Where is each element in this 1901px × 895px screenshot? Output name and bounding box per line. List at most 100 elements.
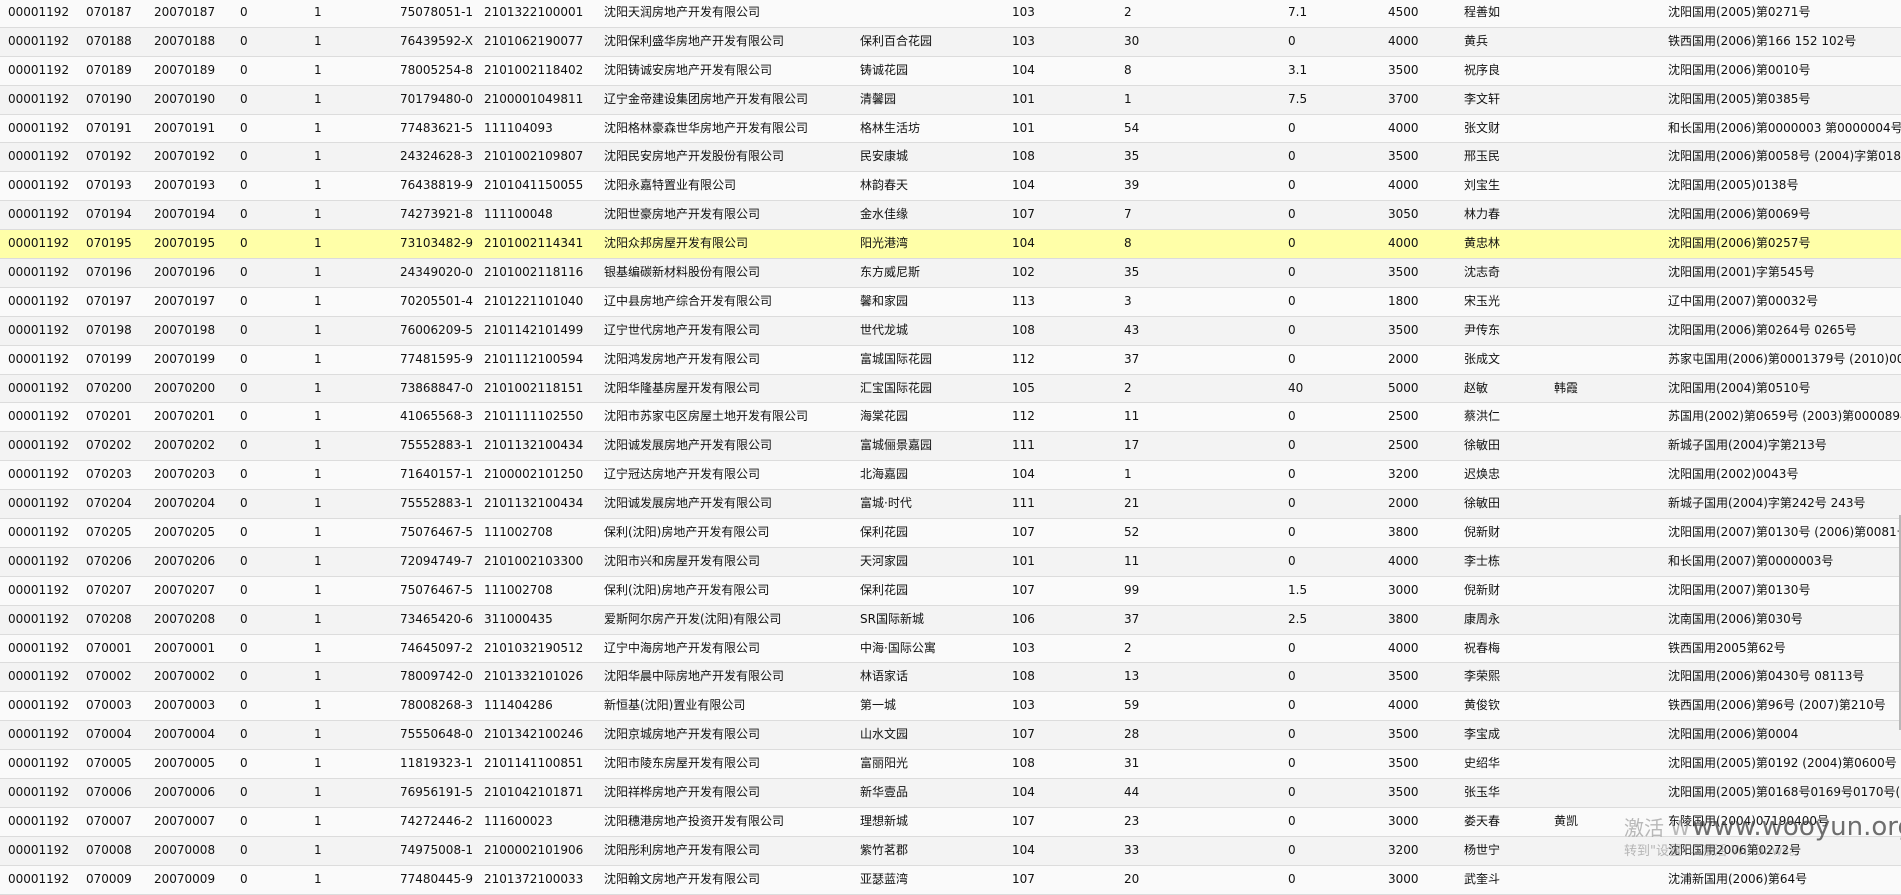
table-cell: 3500 <box>1388 669 1419 684</box>
table-cell: 113 <box>1012 293 1035 308</box>
table-row[interactable]: 00001192 070187 20070187 0 1 75078051-1 210132… <box>0 0 1901 28</box>
table-cell: 111002708 <box>484 525 553 540</box>
table-cell: 75076467-5 <box>400 525 474 540</box>
table-cell: 39 <box>1124 178 1140 193</box>
table-cell: 黄俊钦 <box>1464 698 1501 713</box>
table-row[interactable]: 00001192 070207 20070207 0 1 75076467-5 111002… <box>0 576 1901 606</box>
table-cell: 1 <box>314 62 322 77</box>
table-cell: 20 <box>1124 871 1140 886</box>
table-row[interactable]: 00001192 070202 20070202 0 1 75552883-1 210113… <box>0 432 1901 462</box>
table-cell: 沈阳诚发展房地产开发有限公司 <box>604 438 773 453</box>
table-cell: 0 <box>240 611 248 626</box>
table-cell: 00001192 <box>8 351 70 366</box>
table-cell: 76956191-5 <box>400 785 474 800</box>
table-cell: 2 <box>1124 5 1132 19</box>
table-cell: 0 <box>1288 120 1296 135</box>
table-cell: 59 <box>1124 698 1140 713</box>
table-cell: 070009 <box>86 871 132 886</box>
table-cell: 李宝成 <box>1464 727 1501 742</box>
table-cell: 99 <box>1124 582 1140 597</box>
table-row[interactable]: 00001192 070002 20070002 0 1 78009742-0 210133… <box>0 663 1901 693</box>
table-cell: 070005 <box>86 756 132 771</box>
table-cell: 070196 <box>86 265 132 280</box>
table-row[interactable]: 00001192 070197 20070197 0 1 70205501-4 210122… <box>0 287 1901 317</box>
table-cell: 倪新财 <box>1464 525 1501 540</box>
table-cell: 00001192 <box>8 727 70 742</box>
table-cell: 李文轩 <box>1464 91 1501 106</box>
table-row[interactable]: 00001192 070001 20070001 0 1 74645097-2 210103… <box>0 634 1901 664</box>
table-row[interactable]: 00001192 070195 20070195 0 1 73103482-9 210100… <box>0 230 1901 260</box>
table-cell: 070193 <box>86 178 132 193</box>
table-row[interactable]: 00001192 070004 20070004 0 1 75550648-0 210134… <box>0 721 1901 751</box>
table-cell: 1 <box>1124 467 1132 482</box>
table-row[interactable]: 00001192 070200 20070200 0 1 73868847-0 210100… <box>0 374 1901 404</box>
table-row[interactable]: 00001192 070191 20070191 0 1 77483621-5 111104… <box>0 114 1901 144</box>
table-cell: 20070008 <box>154 842 216 857</box>
table-row[interactable]: 00001192 070190 20070190 0 1 70179480-0 210000… <box>0 85 1901 115</box>
table-cell: 070007 <box>86 813 132 828</box>
table-row[interactable]: 00001192 070205 20070205 0 1 75076467-5 111002… <box>0 519 1901 548</box>
table-row[interactable]: 00001192 070194 20070194 0 1 74273921-8 111100… <box>0 201 1901 231</box>
table-cell: 76006209-5 <box>400 322 474 337</box>
table-cell: 黄兵 <box>1464 33 1489 48</box>
table-cell: 张玉华 <box>1464 785 1501 800</box>
table-cell: 20070203 <box>154 467 216 482</box>
table-row[interactable]: 00001192 070201 20070201 0 1 41065568-3 210111… <box>0 403 1901 433</box>
table-row[interactable]: 00001192 070198 20070198 0 1 76006209-5 210114… <box>0 316 1901 346</box>
table-cell: 0 <box>240 640 248 655</box>
table-cell: 20070191 <box>154 120 216 135</box>
table-row[interactable]: 00001192 070199 20070199 0 1 77481595-9 210111… <box>0 345 1901 375</box>
table-cell: 4000 <box>1388 178 1419 193</box>
table-cell: 沈阳国用(2007)第0130号 (2006)第0081号 <box>1668 525 1901 540</box>
table-cell: 1 <box>314 293 322 308</box>
table-cell: 28 <box>1124 727 1140 742</box>
table-cell: 沈阳京城房地产开发有限公司 <box>604 727 761 742</box>
table-cell: 20070200 <box>154 380 216 395</box>
table-row[interactable]: 00001192 070204 20070204 0 1 75552883-1 210113… <box>0 490 1901 520</box>
table-row[interactable]: 00001192 070189 20070189 0 1 78005254-8 210100… <box>0 56 1901 86</box>
table-cell: 0 <box>240 582 248 597</box>
table-row[interactable]: 00001192 070206 20070206 0 1 72094749-7 210100… <box>0 547 1901 577</box>
table-cell: 0 <box>240 178 248 193</box>
table-cell: 1 <box>314 813 322 828</box>
table-cell: 20070006 <box>154 785 216 800</box>
table-cell: 2500 <box>1388 409 1419 424</box>
table-cell: 75550648-0 <box>400 727 474 742</box>
table-row[interactable]: 00001192 070005 20070005 0 1 11819323-1 210114… <box>0 750 1901 780</box>
table-cell: 7.5 <box>1288 91 1308 106</box>
table-row[interactable]: 00001192 070196 20070196 0 1 24349020-0 210100… <box>0 259 1901 288</box>
table-row[interactable]: 00001192 070208 20070208 0 1 73465420-6 311000… <box>0 605 1901 635</box>
table-row[interactable]: 00001192 070006 20070006 0 1 76956191-5 210104… <box>0 779 1901 808</box>
table-row[interactable]: 00001192 070192 20070192 0 1 24324628-3 210100… <box>0 143 1901 173</box>
table-cell: 070188 <box>86 33 132 48</box>
table-cell: 沈阳国用(2006)第0069号 <box>1668 207 1811 222</box>
table-cell: 00001192 <box>8 409 70 424</box>
table-cell: 20070192 <box>154 149 216 164</box>
table-cell: 111404286 <box>484 698 553 713</box>
table-row[interactable]: 00001192 070008 20070008 0 1 74975008-1 210000… <box>0 836 1901 866</box>
table-cell: 爱斯阿尔房产开发(沈阳)有限公司 <box>604 611 782 626</box>
table-row[interactable]: 00001192 070003 20070003 0 1 78008268-3 111404… <box>0 692 1901 722</box>
table-cell: 沈阳国用(2006)第0430号 08113号 <box>1668 669 1865 684</box>
table-cell: 3500 <box>1388 785 1419 800</box>
table-row[interactable]: 00001192 070203 20070203 0 1 71640157-1 210000… <box>0 461 1901 491</box>
table-cell: 0 <box>1288 785 1296 800</box>
table-cell: 0 <box>1288 293 1296 308</box>
table-cell: 44 <box>1124 785 1140 800</box>
table-cell: 070189 <box>86 62 132 77</box>
table-cell: 20070001 <box>154 640 216 655</box>
table-cell: 101 <box>1012 91 1035 106</box>
table-cell: 0 <box>240 120 248 135</box>
table-row[interactable]: 00001192 070009 20070009 0 1 77480445-9 210137… <box>0 865 1901 895</box>
table-cell: 2100002101906 <box>484 842 584 857</box>
table-row[interactable]: 00001192 070193 20070193 0 1 76438819-9 210104… <box>0 172 1901 202</box>
table-cell: 20070197 <box>154 293 216 308</box>
table-cell: 赵敏 <box>1464 380 1489 395</box>
table-cell: 2101041150055 <box>484 178 584 193</box>
table-cell: 2101111102550 <box>484 409 584 424</box>
table-cell: 8 <box>1124 62 1132 77</box>
table-cell: 林力春 <box>1464 207 1501 222</box>
table-row[interactable]: 00001192 070188 20070188 0 1 76439592-X 210106… <box>0 27 1901 57</box>
table-cell: 1 <box>314 669 322 684</box>
table-row[interactable]: 00001192 070007 20070007 0 1 74272446-2 111600… <box>0 807 1901 837</box>
